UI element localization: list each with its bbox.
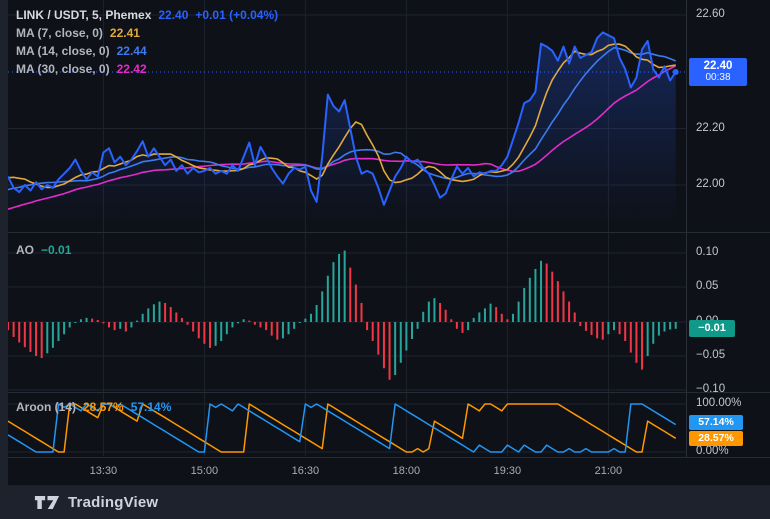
tradingview-chart-window: LINK / USDT, 5, Phemex 22.40 +0.01 (+0.0… xyxy=(0,0,770,519)
current-price-badge: 22.40 00:38 xyxy=(689,58,747,86)
ao-legend: AO −0.01 xyxy=(16,241,71,259)
price-change-value: +0.01 (+0.04%) xyxy=(195,8,278,22)
aroon-up-badge: 28.57% xyxy=(689,431,743,446)
ma30-label[interactable]: MA (30, close, 0) xyxy=(16,62,110,76)
last-price-value: 22.40 xyxy=(158,8,188,22)
price-axis-tick: 22.20 xyxy=(696,122,725,134)
ma30-row: MA (30, close, 0) 22.42 xyxy=(16,60,278,78)
time-label: 13:30 xyxy=(90,465,118,477)
price-scale-axis[interactable]: 22.60 22.20 22.00 0.10 0.05 0.00 −0.05 −… xyxy=(686,0,770,457)
ao-label[interactable]: AO xyxy=(16,243,34,257)
chart-area: LINK / USDT, 5, Phemex 22.40 +0.01 (+0.0… xyxy=(8,0,770,485)
symbol-row: LINK / USDT, 5, Phemex 22.40 +0.01 (+0.0… xyxy=(16,6,278,24)
ma7-value: 22.41 xyxy=(110,26,140,40)
symbol-title[interactable]: LINK / USDT, 5, Phemex xyxy=(16,8,151,22)
ma14-row: MA (14, close, 0) 22.44 xyxy=(16,42,278,60)
panel-separator[interactable] xyxy=(8,232,770,233)
ao-panel[interactable]: AO −0.01 xyxy=(8,233,686,393)
aroon-axis-tick: 100.00% xyxy=(696,397,741,409)
ao-axis-tick: 0.10 xyxy=(696,246,718,258)
current-price-text: 22.40 xyxy=(689,60,747,72)
footer-bar: TradingView xyxy=(0,485,770,519)
time-label: 19:30 xyxy=(494,465,522,477)
aroon-label[interactable]: Aroon (14) xyxy=(16,400,76,414)
panel-separator[interactable] xyxy=(8,392,770,393)
ma14-label[interactable]: MA (14, close, 0) xyxy=(16,44,110,58)
price-legend: LINK / USDT, 5, Phemex 22.40 +0.01 (+0.0… xyxy=(16,6,278,78)
tradingview-brand-text[interactable]: TradingView xyxy=(68,494,158,511)
time-label: 16:30 xyxy=(292,465,320,477)
aroon-down-value: 57.14% xyxy=(131,400,172,414)
ao-axis-tick: 0.05 xyxy=(696,280,718,292)
ma7-row: MA (7, close, 0) 22.41 xyxy=(16,24,278,42)
price-axis-tick: 22.60 xyxy=(696,8,725,20)
ao-histogram-plot[interactable] xyxy=(8,233,686,393)
tradingview-logo[interactable] xyxy=(34,495,60,510)
aroon-up-value: 28.57% xyxy=(83,400,124,414)
time-label: 18:00 xyxy=(393,465,421,477)
bar-countdown: 00:38 xyxy=(689,72,747,84)
aroon-legend: Aroon (14) 28.57% 57.14% xyxy=(16,398,171,416)
ma30-value: 22.42 xyxy=(117,62,147,76)
aroon-axis-tick: 0.00% xyxy=(696,445,729,457)
aroon-down-badge: 57.14% xyxy=(689,415,743,430)
ao-value: −0.01 xyxy=(41,243,71,257)
time-axis[interactable]: 13:30 15:00 16:30 18:00 19:30 21:00 xyxy=(8,457,770,486)
ao-axis-tick: −0.05 xyxy=(696,349,725,361)
aroon-panel[interactable]: Aroon (14) 28.57% 57.14% xyxy=(8,393,686,456)
time-label: 21:00 xyxy=(595,465,623,477)
price-axis-tick: 22.00 xyxy=(696,178,725,190)
ma7-label[interactable]: MA (7, close, 0) xyxy=(16,26,103,40)
price-panel[interactable]: LINK / USDT, 5, Phemex 22.40 +0.01 (+0.0… xyxy=(8,0,686,233)
ao-axis-tick: −0.10 xyxy=(696,383,725,395)
ao-value-badge: −0.01 xyxy=(689,320,735,337)
time-label: 15:00 xyxy=(191,465,219,477)
ma14-value: 22.44 xyxy=(117,44,147,58)
